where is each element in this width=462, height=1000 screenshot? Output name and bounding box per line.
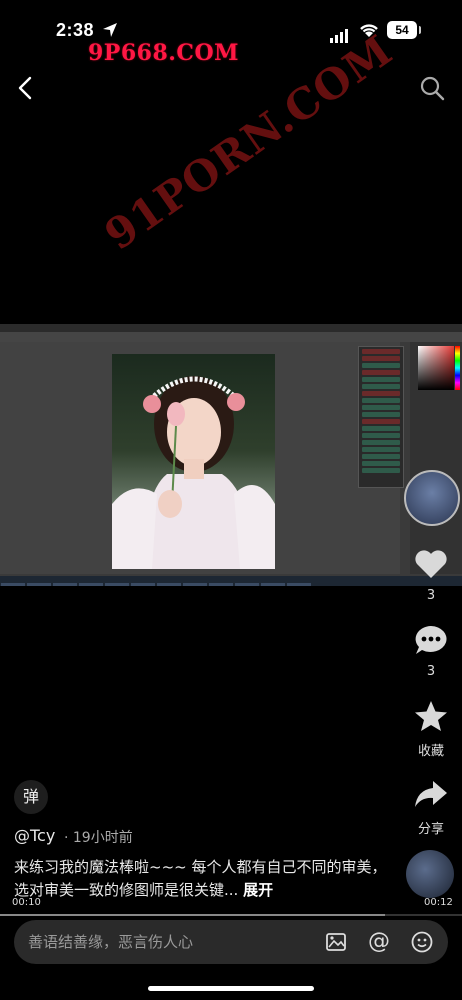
battery-icon: 54: [387, 21, 417, 39]
comment-button[interactable]: 3: [408, 624, 454, 679]
video-duration: 00:12: [424, 897, 453, 908]
image-icon[interactable]: [324, 930, 348, 954]
photoshop-menubar: [0, 324, 462, 332]
author-name[interactable]: @Tcy: [14, 826, 55, 845]
danmu-toggle-button[interactable]: 弹: [14, 780, 48, 814]
favorite-label: 收藏: [417, 744, 444, 759]
windows-taskbar: [0, 576, 462, 586]
cellular-signal-icon: [330, 24, 350, 43]
watermark-text: 9P668.COM: [88, 40, 239, 66]
back-icon[interactable]: [14, 74, 38, 102]
search-icon[interactable]: [418, 74, 446, 102]
expand-caption-link[interactable]: 展开: [243, 881, 273, 899]
mention-icon[interactable]: @: [367, 930, 391, 954]
video-frame[interactable]: [0, 324, 462, 586]
like-button[interactable]: 3: [408, 548, 454, 603]
share-button[interactable]: 分享: [408, 778, 454, 837]
status-time: 2:38: [56, 20, 95, 40]
favorite-button[interactable]: 收藏: [408, 700, 454, 759]
photoshop-options-bar: [0, 332, 462, 342]
share-arrow-icon: [415, 781, 447, 807]
post-caption: 来练习我的魔法棒啦~~~ 每个人都有自己不同的审美，选对审美一致的修图师是很关键…: [14, 856, 394, 902]
heart-icon: [415, 550, 447, 578]
home-indicator: [148, 986, 314, 991]
like-count: 3: [426, 588, 436, 603]
elapsed-time: 00:10: [12, 897, 41, 908]
portrait-illustration: [112, 376, 275, 569]
plugin-panel: [358, 346, 404, 488]
share-label: 分享: [417, 822, 444, 837]
progress-fill: [0, 914, 385, 916]
hue-slider: [455, 346, 460, 390]
edited-photo: [112, 354, 275, 569]
overlay-thumbnail[interactable]: [404, 470, 460, 526]
comment-count: 3: [426, 664, 436, 679]
location-arrow-icon: [103, 23, 117, 37]
emoji-icon[interactable]: [410, 930, 434, 954]
caption-text: 来练习我的魔法棒啦~~~ 每个人都有自己不同的审美，选对审美一致的修图师是很关键…: [14, 858, 387, 899]
avatar[interactable]: [406, 850, 454, 898]
comment-input[interactable]: 善语结善缘，恶言伤人心: [28, 920, 193, 964]
comment-bubble-icon: [415, 626, 447, 654]
comment-bar: 善语结善缘，恶言伤人心 @: [14, 920, 448, 964]
post-time: · 19小时前: [64, 830, 133, 846]
battery-tip: [419, 26, 421, 34]
star-icon: [415, 701, 447, 731]
color-picker: [418, 346, 454, 390]
